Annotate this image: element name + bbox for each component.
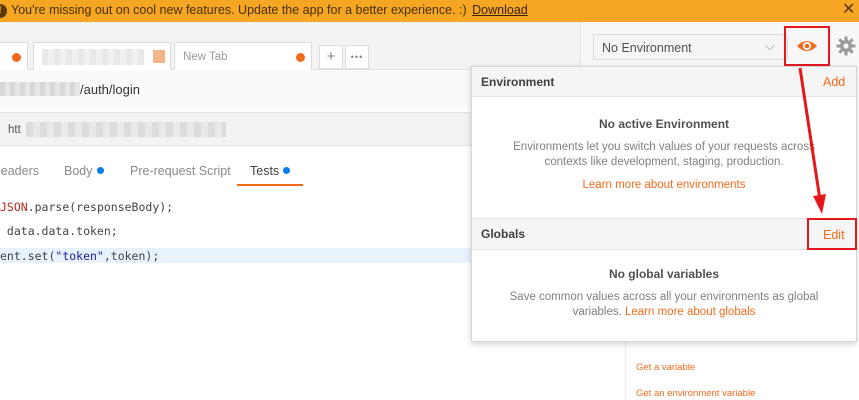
more-tabs-button[interactable]: ••• <box>345 45 369 69</box>
tab-body[interactable]: Body <box>64 164 104 178</box>
tab-pre-request-script[interactable]: Pre-request Script <box>130 164 231 178</box>
no-environment-heading: No active Environment <box>598 117 730 131</box>
code-line-2: data.data.token; <box>0 224 118 238</box>
url-prefix: htt <box>8 124 21 136</box>
no-globals-message: No global variables Save common values a… <box>472 267 856 320</box>
snippet-get-environment-variable[interactable]: Get an environment variable <box>636 388 755 399</box>
banner-message: You're missing out on cool new features.… <box>11 3 528 17</box>
tab-pre-request-label: Pre-request Script <box>130 164 231 178</box>
tab-body-label: Body <box>64 164 93 178</box>
tab-headers[interactable]: leaders <box>0 164 39 178</box>
unsaved-dot-icon <box>296 53 305 62</box>
unsaved-dot-icon <box>12 53 21 62</box>
request-tab[interactable] <box>0 42 28 72</box>
gear-icon[interactable] <box>836 36 856 56</box>
redacted-tab-title <box>42 49 144 65</box>
globals-section-header: Globals Edit <box>472 218 856 250</box>
tab-headers-label: leaders <box>0 164 39 178</box>
redacted-host <box>0 82 80 96</box>
tab-tests[interactable]: Tests <box>250 164 291 178</box>
no-globals-heading: No global variables <box>608 267 720 281</box>
learn-more-globals-link[interactable]: Learn more about globals <box>625 306 755 318</box>
environment-bar: No Environment ⌵ <box>580 22 859 70</box>
request-tabs-bar: New Tab + ••• <box>0 22 580 72</box>
tab-indicator-dot-icon <box>96 167 104 174</box>
snippets-panel: Get a variable Get an environment variab… <box>625 340 859 400</box>
update-banner: ! You're missing out on cool new feature… <box>0 0 859 22</box>
redacted-url <box>26 122 226 137</box>
banner-text: You're missing out on cool new features.… <box>11 3 467 17</box>
download-link[interactable]: Download <box>472 3 528 17</box>
no-globals-text: Save common values across all your envir… <box>472 290 856 320</box>
tab-tests-label: Tests <box>250 164 280 178</box>
tab-status-icon <box>153 50 165 63</box>
add-environment-button[interactable]: Add <box>823 75 845 89</box>
warning-icon: ! <box>0 4 7 18</box>
chevron-down-icon: ⌵ <box>765 38 775 53</box>
environment-quick-look-button[interactable] <box>784 26 830 66</box>
environment-section-title: Environment <box>481 75 555 89</box>
request-tab-new[interactable]: New Tab <box>174 42 312 72</box>
environment-select-value: No Environment <box>602 41 692 55</box>
request-path: /auth/login <box>80 82 140 97</box>
code-line-3: ent.set("token",token); <box>0 249 160 263</box>
active-tab-underline <box>237 184 303 186</box>
close-icon[interactable]: ✕ <box>842 1 855 19</box>
tab-label: New Tab <box>183 51 228 63</box>
request-tab[interactable] <box>33 42 171 72</box>
tab-indicator-dot-icon <box>283 167 291 174</box>
edit-highlight-annotation <box>807 218 857 250</box>
environment-quick-look-popover: Environment Add No active Environment En… <box>471 66 857 342</box>
environment-section-header: Environment Add <box>472 67 856 97</box>
eye-icon <box>797 41 817 51</box>
code-line-1: JSON.parse(responseBody); <box>0 200 174 214</box>
environment-select[interactable]: No Environment ⌵ <box>593 34 788 60</box>
globals-section-title: Globals <box>481 227 526 241</box>
no-environment-message: No active Environment Environments let y… <box>472 117 856 193</box>
snippet-get-variable[interactable]: Get a variable <box>636 362 695 373</box>
no-environment-text: Environments let you switch values of yo… <box>513 141 815 168</box>
add-tab-button[interactable]: + <box>319 45 343 69</box>
learn-more-environments-link[interactable]: Learn more about environments <box>472 178 856 193</box>
